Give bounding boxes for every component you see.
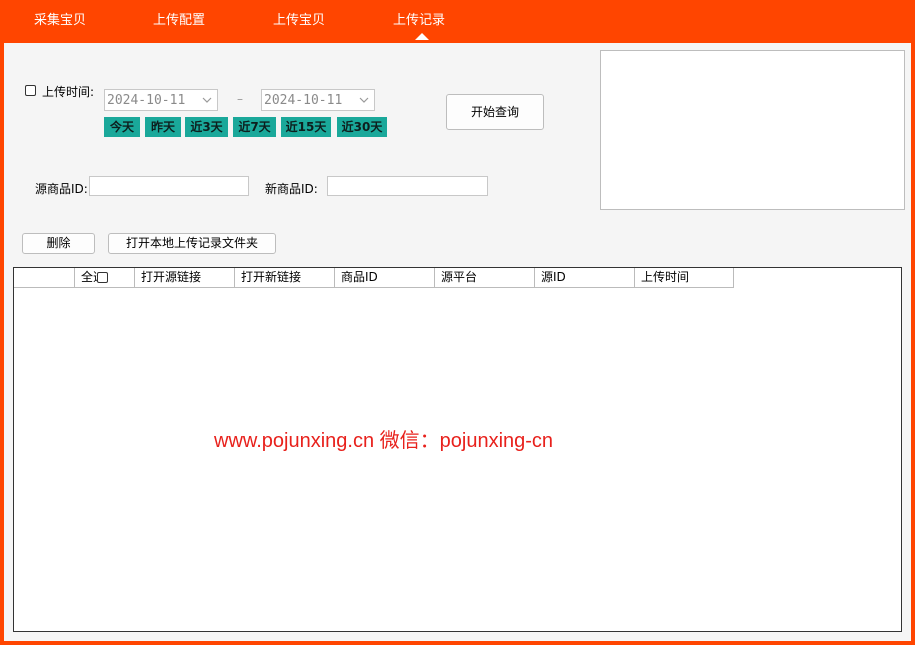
quick-range-30-days[interactable]: 近30天 (337, 117, 387, 137)
end-date-value: 2024-10-11 (264, 93, 343, 108)
new-id-input[interactable] (327, 176, 488, 196)
upload-time-label: 上传时间: (42, 85, 95, 99)
quick-range-15-days[interactable]: 近15天 (281, 117, 331, 137)
quick-range-7-days[interactable]: 近7天 (233, 117, 276, 137)
quick-range-3-days[interactable]: 近3天 (185, 117, 228, 137)
new-id-label: 新商品ID: (265, 182, 318, 196)
quick-range-today[interactable]: 今天 (104, 117, 140, 137)
start-query-button[interactable]: 开始查询 (446, 94, 544, 130)
preview-panel (600, 50, 905, 210)
tab-collect-items[interactable]: 采集宝贝 (34, 9, 86, 28)
tab-upload-items[interactable]: 上传宝贝 (273, 9, 325, 28)
upload-records-table: 全选 打开源链接 打开新链接 商品ID 源平台 源ID 上传时间 www.poj… (13, 267, 902, 632)
tab-upload-records[interactable]: 上传记录 (393, 9, 445, 28)
select-all-checkbox[interactable] (97, 272, 108, 283)
column-header-index (14, 268, 74, 287)
active-tab-indicator (415, 33, 429, 40)
date-separator: – (237, 92, 243, 106)
upload-records-panel: 上传时间: 2024-10-11 – 2024-10-11 今天 昨天 近3天 … (4, 43, 911, 641)
top-tab-bar: 采集宝贝 上传配置 上传宝贝 上传记录 (0, 0, 915, 43)
tab-upload-config[interactable]: 上传配置 (153, 9, 205, 28)
column-header-source-platform: 源平台 (434, 268, 534, 287)
column-header-select-all[interactable]: 全选 (74, 268, 134, 287)
source-id-label: 源商品ID: (35, 182, 88, 196)
column-header-upload-time: 上传时间 (634, 268, 734, 287)
start-date-value: 2024-10-11 (107, 93, 186, 108)
upload-time-checkbox[interactable] (25, 85, 36, 96)
quick-range-yesterday[interactable]: 昨天 (145, 117, 181, 137)
column-header-product-id: 商品ID (334, 268, 434, 287)
chevron-down-icon (359, 97, 369, 103)
column-header-open-source-link: 打开源链接 (134, 268, 234, 287)
end-date-picker[interactable]: 2024-10-11 (261, 89, 375, 111)
delete-button[interactable]: 删除 (22, 233, 95, 254)
open-upload-folder-button[interactable]: 打开本地上传记录文件夹 (108, 233, 276, 254)
source-id-input[interactable] (89, 176, 249, 196)
column-header-open-new-link: 打开新链接 (234, 268, 334, 287)
chevron-down-icon (202, 97, 212, 103)
table-header: 全选 打开源链接 打开新链接 商品ID 源平台 源ID 上传时间 (14, 268, 734, 288)
column-header-source-id: 源ID (534, 268, 634, 287)
watermark-text: www.pojunxing.cn 微信：pojunxing-cn (214, 430, 554, 452)
start-date-picker[interactable]: 2024-10-11 (104, 89, 218, 111)
select-all-label: 全选 (81, 270, 97, 284)
